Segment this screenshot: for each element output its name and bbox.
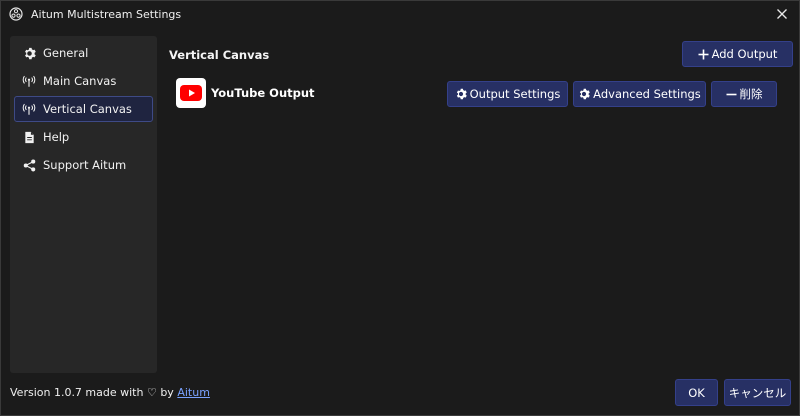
sidebar-item-label: Main Canvas <box>43 74 117 88</box>
sidebar-item-help[interactable]: Help <box>14 124 153 150</box>
sidebar-item-label: General <box>43 46 89 60</box>
plus-icon <box>698 49 709 60</box>
sidebar-item-general[interactable]: General <box>14 40 153 66</box>
close-icon[interactable] <box>773 5 791 23</box>
version-label: Version 1.0.7 made with ♡ by <box>10 386 178 399</box>
gear-icon <box>455 88 467 100</box>
cancel-label: キャンセル <box>728 385 787 400</box>
sidebar-item-vertical-canvas[interactable]: Vertical Canvas <box>14 96 153 122</box>
ok-button[interactable]: OK <box>675 379 718 406</box>
advanced-settings-button[interactable]: Advanced Settings <box>573 81 706 107</box>
aitum-link[interactable]: Aitum <box>177 386 210 399</box>
output-settings-button[interactable]: Output Settings <box>447 81 568 107</box>
youtube-icon <box>176 78 206 108</box>
cancel-button[interactable]: キャンセル <box>724 379 791 406</box>
delete-label: 削除 <box>739 87 763 101</box>
sidebar: General Main Canvas Vertical Canvas Help… <box>10 36 157 373</box>
sidebar-item-support-aitum[interactable]: Support Aitum <box>14 152 153 178</box>
gear-icon <box>578 88 590 100</box>
main-content: Vertical Canvas Add Output YouTube Outpu… <box>157 36 793 373</box>
sidebar-item-label: Help <box>43 130 70 144</box>
title-bar: Aitum Multistream Settings <box>1 1 799 27</box>
window-title: Aitum Multistream Settings <box>31 7 182 21</box>
sidebar-item-label: Support Aitum <box>43 158 127 172</box>
settings-window: Aitum Multistream Settings General Main … <box>0 0 800 416</box>
output-settings-label: Output Settings <box>469 87 561 101</box>
obs-logo-icon <box>9 7 23 21</box>
add-output-button[interactable]: Add Output <box>682 41 793 67</box>
sidebar-item-label: Vertical Canvas <box>43 102 132 116</box>
version-text: Version 1.0.7 made with ♡ by Aitum <box>10 386 210 399</box>
sidebar-item-main-canvas[interactable]: Main Canvas <box>14 68 153 94</box>
gear-icon <box>22 46 36 60</box>
antenna-icon <box>22 74 36 88</box>
output-name: YouTube Output <box>211 86 315 100</box>
antenna-icon <box>22 102 36 116</box>
delete-button[interactable]: 削除 <box>711 81 777 107</box>
minus-icon <box>726 89 737 100</box>
share-icon <box>22 158 36 172</box>
add-output-label: Add Output <box>711 47 778 61</box>
section-title: Vertical Canvas <box>169 48 270 62</box>
document-icon <box>22 130 36 144</box>
ok-label: OK <box>688 385 705 400</box>
advanced-settings-label: Advanced Settings <box>593 87 701 101</box>
